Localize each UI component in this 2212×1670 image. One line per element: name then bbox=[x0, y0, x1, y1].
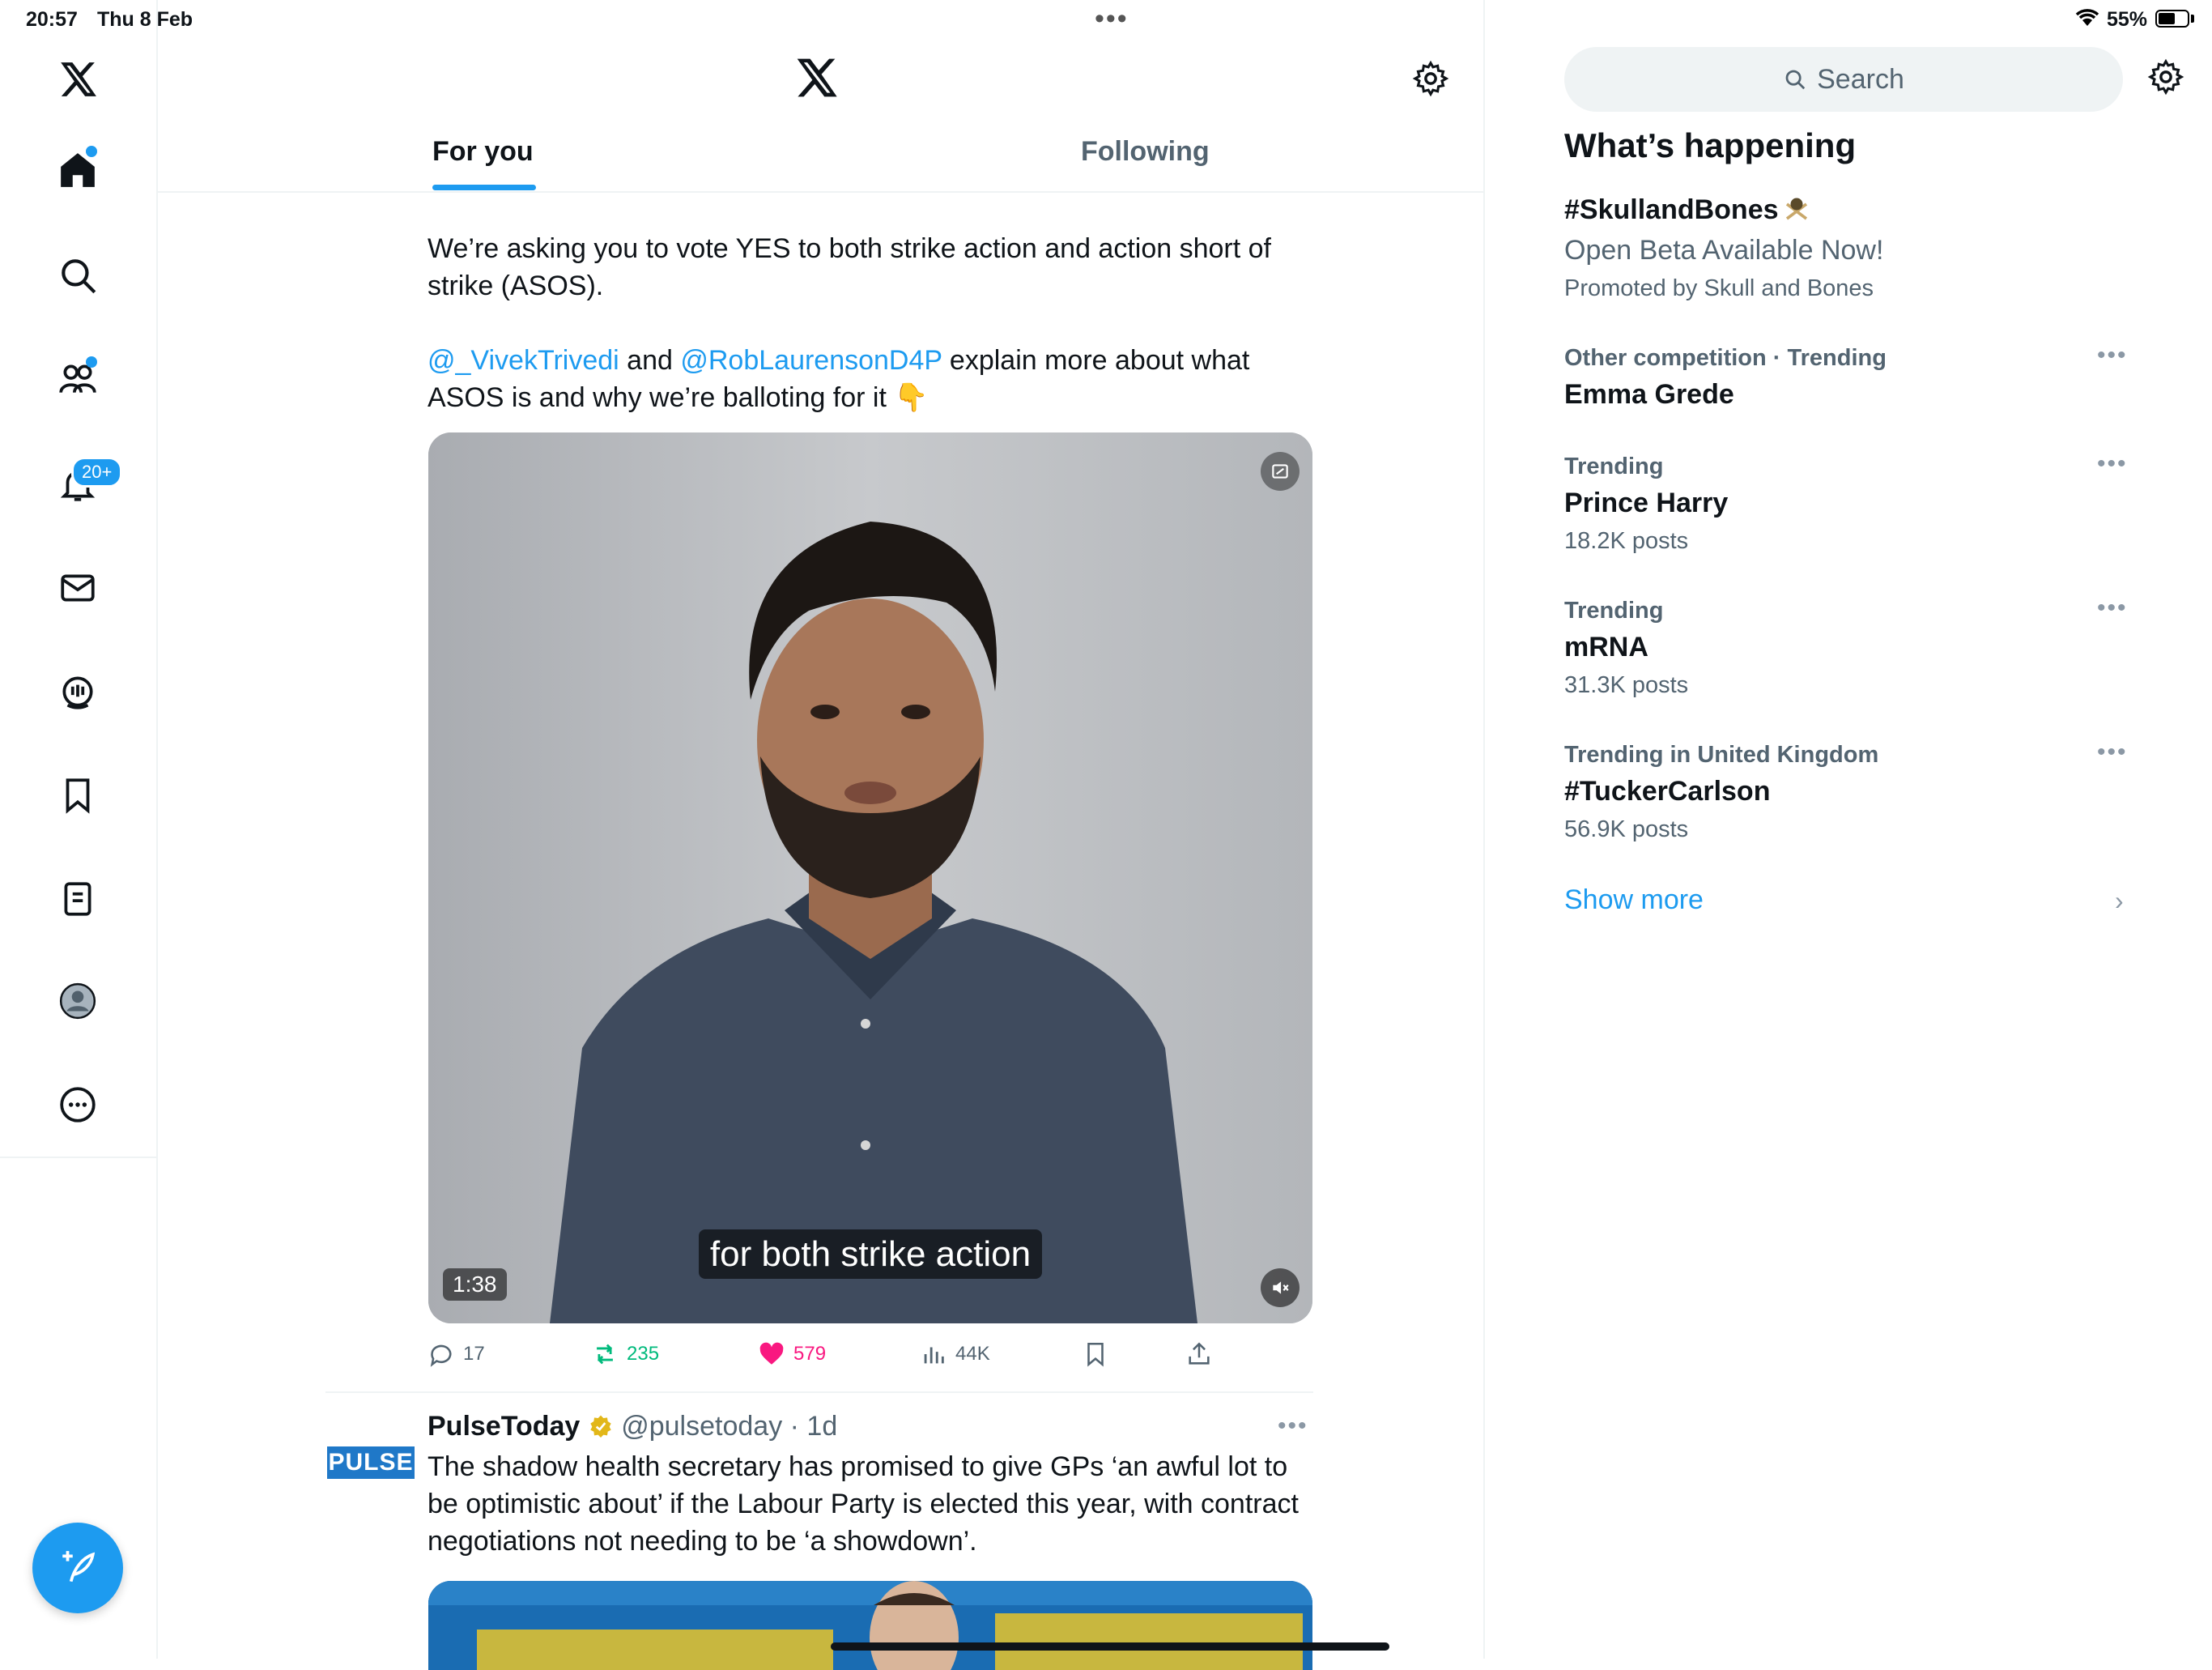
show-more-link[interactable]: Show more bbox=[1564, 884, 1704, 916]
trend-more-options-icon[interactable]: ••• bbox=[2097, 739, 2128, 766]
compose-post-button[interactable] bbox=[32, 1523, 123, 1613]
search-placeholder: Search bbox=[1817, 63, 1904, 95]
trend-post-count: 18.2K posts bbox=[1564, 528, 1689, 554]
share-button[interactable] bbox=[1185, 1338, 1213, 1370]
x-header-logo-icon[interactable] bbox=[793, 55, 839, 104]
tweet-more-options-icon[interactable]: ••• bbox=[1278, 1412, 1308, 1440]
bookmark-button[interactable] bbox=[1082, 1338, 1109, 1370]
author-name[interactable]: PulseToday bbox=[428, 1411, 580, 1442]
trend-more-options-icon[interactable]: ••• bbox=[2097, 594, 2128, 622]
notifications-badge: 20+ bbox=[71, 457, 123, 488]
trend-category: Other competition · Trending bbox=[1564, 345, 1887, 371]
health-summit-image bbox=[428, 1581, 1312, 1670]
trend-more-options-icon[interactable]: ••• bbox=[2097, 342, 2128, 369]
trend-category: Trending bbox=[1564, 454, 1664, 479]
tabs-divider bbox=[157, 191, 1483, 193]
trend-category: Trending in United Kingdom bbox=[1564, 742, 1879, 768]
trend-post-count: 56.9K posts bbox=[1564, 816, 1689, 842]
tweet-text: We’re asking you to vote YES to both str… bbox=[428, 233, 1271, 301]
x-logo-icon[interactable] bbox=[52, 53, 104, 105]
reply-icon bbox=[430, 1344, 452, 1367]
trend-name[interactable]: Emma Grede bbox=[1564, 379, 1734, 411]
tab-for-you[interactable]: For you bbox=[432, 136, 534, 168]
tweet-image-preview[interactable] bbox=[428, 1581, 1312, 1670]
like-button[interactable]: 579 bbox=[758, 1338, 826, 1370]
home-unread-dot bbox=[86, 146, 97, 157]
tweet-author-row: PulseToday @pulsetoday · 1d bbox=[428, 1411, 837, 1442]
bookmark-icon bbox=[1087, 1342, 1104, 1367]
mute-speaker-icon[interactable] bbox=[1261, 1268, 1300, 1307]
mention-link[interactable]: @RobLaurensonD4P bbox=[680, 345, 942, 376]
tweet-text-and: and bbox=[627, 345, 673, 376]
trend-post-count: 31.3K posts bbox=[1564, 672, 1689, 698]
trend-name[interactable]: #TuckerCarlson bbox=[1564, 776, 1770, 807]
post-time: · 1d bbox=[789, 1411, 838, 1442]
pointing-down-emoji: 👇 bbox=[894, 382, 929, 413]
chevron-right-icon: › bbox=[2115, 886, 2124, 915]
lists-icon[interactable] bbox=[52, 873, 104, 925]
battery-icon bbox=[2155, 10, 2189, 28]
whats-happening-title: What’s happening bbox=[1564, 126, 1857, 164]
feather-plus-icon bbox=[62, 1551, 96, 1583]
promoted-trend-name: #SkullandBones bbox=[1564, 194, 1779, 225]
views-bar-chart-icon bbox=[924, 1347, 944, 1364]
tweet-text-mentions: @_VivekTrivedi and @RobLaurensonD4P expl… bbox=[428, 342, 1318, 416]
reply-button[interactable]: 17 bbox=[428, 1338, 485, 1370]
tab-active-indicator bbox=[432, 185, 536, 190]
bookmarks-icon[interactable] bbox=[52, 769, 104, 821]
messages-mail-icon[interactable] bbox=[52, 562, 104, 614]
tweet-text: The shadow health secretary has promised… bbox=[428, 1451, 1299, 1557]
trend-category: Trending bbox=[1564, 598, 1664, 624]
video-settings-icon[interactable] bbox=[1261, 452, 1300, 491]
promoted-trend[interactable]: #SkullandBones bbox=[1564, 194, 1811, 226]
video-subtitle: for both strike action bbox=[428, 1229, 1312, 1279]
timeline-settings-gear-icon[interactable] bbox=[1412, 60, 1449, 101]
more-options-icon[interactable] bbox=[52, 1079, 104, 1131]
tweet-video-player[interactable]: for both strike action 1:38 bbox=[428, 432, 1312, 1323]
wifi-icon bbox=[2075, 9, 2099, 26]
profile-avatar-icon[interactable] bbox=[52, 975, 104, 1027]
tab-following[interactable]: Following bbox=[1081, 136, 1210, 168]
author-handle[interactable]: @pulsetoday bbox=[621, 1411, 782, 1442]
views-count: 44K bbox=[955, 1343, 990, 1365]
share-upload-icon bbox=[1189, 1342, 1210, 1365]
like-count: 579 bbox=[793, 1343, 827, 1365]
battery-percent: 55% bbox=[2107, 8, 2148, 31]
trend-more-options-icon[interactable]: ••• bbox=[2097, 450, 2128, 478]
promoted-by-label: Promoted by Skull and Bones bbox=[1564, 275, 1874, 301]
promoted-subtitle: Open Beta Available Now! bbox=[1564, 235, 1884, 266]
spaces-icon[interactable] bbox=[52, 666, 104, 718]
heart-filled-icon bbox=[759, 1342, 784, 1365]
repost-count: 235 bbox=[627, 1343, 660, 1365]
tweet-divider bbox=[325, 1391, 1313, 1393]
home-indicator-bar[interactable] bbox=[831, 1642, 1389, 1651]
views-button[interactable]: 44K bbox=[920, 1338, 990, 1370]
explore-settings-gear-icon[interactable] bbox=[2147, 58, 2184, 100]
battery-tip bbox=[2191, 15, 2194, 23]
communities-unread-dot bbox=[86, 356, 97, 368]
repost-button[interactable]: 235 bbox=[591, 1338, 659, 1370]
mention-link[interactable]: @_VivekTrivedi bbox=[428, 345, 619, 376]
video-frame-person bbox=[428, 432, 1312, 1323]
search-bar[interactable]: Search bbox=[1564, 47, 2123, 112]
trend-name[interactable]: Prince Harry bbox=[1564, 488, 1728, 519]
search-icon bbox=[1785, 70, 1806, 90]
repost-icon bbox=[597, 1344, 613, 1365]
pulsetoday-avatar-logo[interactable]: PULSE bbox=[327, 1446, 415, 1479]
skull-crossbones-icon bbox=[1785, 198, 1808, 220]
video-duration: 1:38 bbox=[443, 1268, 507, 1301]
trend-name[interactable]: mRNA bbox=[1564, 632, 1648, 663]
reply-count: 17 bbox=[463, 1343, 485, 1365]
verified-gold-badge-icon bbox=[590, 1415, 611, 1438]
rail-divider bbox=[0, 1157, 156, 1158]
search-icon[interactable] bbox=[52, 249, 104, 301]
